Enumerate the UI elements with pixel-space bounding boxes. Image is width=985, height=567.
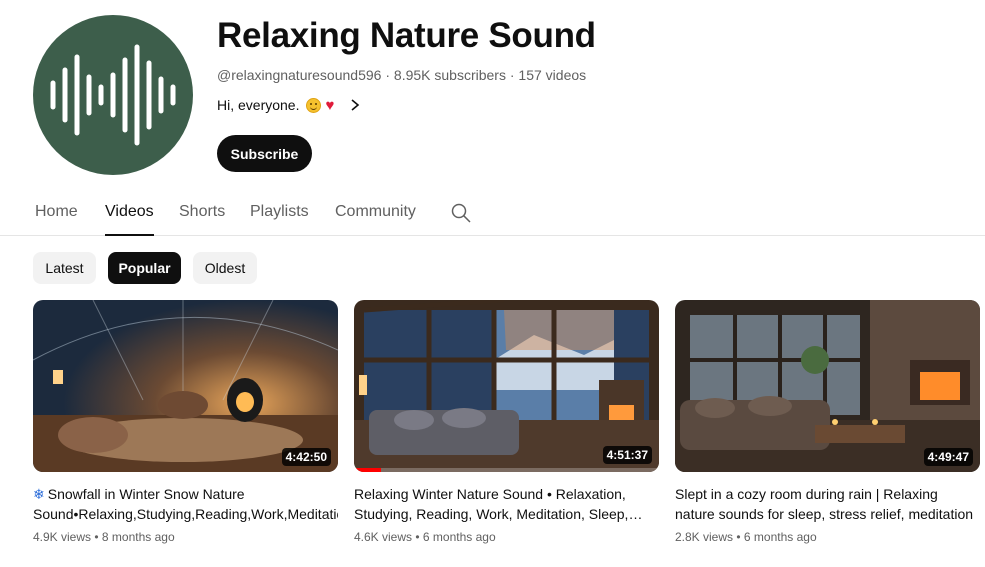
video-duration: 4:42:50 xyxy=(281,448,331,466)
watch-progress-bar xyxy=(354,468,659,472)
upload-age: 6 months ago xyxy=(422,530,496,544)
snowflake-icon: ❄ xyxy=(33,486,45,502)
video-title-text: Snowfall in Winter Snow Nature Sound•Rel… xyxy=(33,486,338,522)
video-thumbnail[interactable]: 4:42:50 xyxy=(33,300,338,472)
video-card[interactable]: 4:42:50 ❄ Snowfall in Winter Snow Nature … xyxy=(33,300,338,544)
video-duration: 4:51:37 xyxy=(602,446,652,464)
video-card[interactable]: 4:49:47 Slept in a cozy room during rain… xyxy=(675,300,980,544)
tab-home[interactable]: Home xyxy=(35,203,78,235)
video-meta: 4.6K views • 6 months ago xyxy=(354,530,496,544)
channel-tabs: Home Videos Shorts Playlists Community xyxy=(0,193,985,236)
description-text: Hi, everyone. xyxy=(217,97,300,113)
video-duration: 4:49:47 xyxy=(923,448,973,466)
chip-latest[interactable]: Latest xyxy=(33,252,96,284)
channel-handle: @relaxingnaturesound596 xyxy=(217,67,382,83)
upload-age: 8 months ago xyxy=(101,530,175,544)
subscriber-count: 8.95K subscribers xyxy=(393,67,506,83)
search-icon[interactable] xyxy=(450,202,472,224)
video-meta: 4.9K views • 8 months ago xyxy=(33,530,175,544)
video-title[interactable]: Relaxing Winter Nature Sound • Relaxatio… xyxy=(354,484,659,524)
view-count: 4.9K views xyxy=(33,530,92,544)
tab-community[interactable]: Community xyxy=(335,203,416,235)
video-thumbnail[interactable]: 4:49:47 xyxy=(675,300,980,472)
tab-playlists[interactable]: Playlists xyxy=(250,203,309,235)
chip-oldest[interactable]: Oldest xyxy=(193,252,257,284)
video-card[interactable]: 4:51:37 Relaxing Winter Nature Sound • R… xyxy=(354,300,659,544)
subscribe-button[interactable]: Subscribe xyxy=(217,135,312,172)
channel-avatar[interactable] xyxy=(33,15,193,175)
thumbnail-image xyxy=(33,300,338,472)
channel-name: Relaxing Nature Sound xyxy=(217,16,596,55)
soundwave-icon xyxy=(50,44,176,146)
view-count: 4.6K views xyxy=(354,530,413,544)
channel-meta: @relaxingnaturesound596 · 8.95K subscrib… xyxy=(217,67,586,83)
meta-separator: · xyxy=(505,67,519,83)
channel-description[interactable]: Hi, everyone. ♥ xyxy=(217,97,360,113)
heart-emoji-icon: ♥ xyxy=(325,96,335,114)
video-thumbnail[interactable]: 4:51:37 xyxy=(354,300,659,472)
video-title[interactable]: Slept in a cozy room during rain | Relax… xyxy=(675,484,980,524)
thumbnail-image xyxy=(675,300,980,472)
view-count: 2.8K views xyxy=(675,530,734,544)
tab-shorts[interactable]: Shorts xyxy=(179,203,225,235)
tab-videos[interactable]: Videos xyxy=(105,203,154,236)
chip-popular[interactable]: Popular xyxy=(108,252,181,284)
upload-age: 6 months ago xyxy=(743,530,817,544)
meta-separator: · xyxy=(381,67,394,83)
watch-progress-fill xyxy=(354,468,382,472)
video-title[interactable]: ❄ Snowfall in Winter Snow Nature Sound•Re… xyxy=(33,484,338,524)
video-meta: 2.8K views • 6 months ago xyxy=(675,530,817,544)
smile-emoji-icon xyxy=(306,97,322,113)
chevron-right-icon[interactable] xyxy=(350,98,360,112)
video-count: 157 videos xyxy=(518,67,587,83)
